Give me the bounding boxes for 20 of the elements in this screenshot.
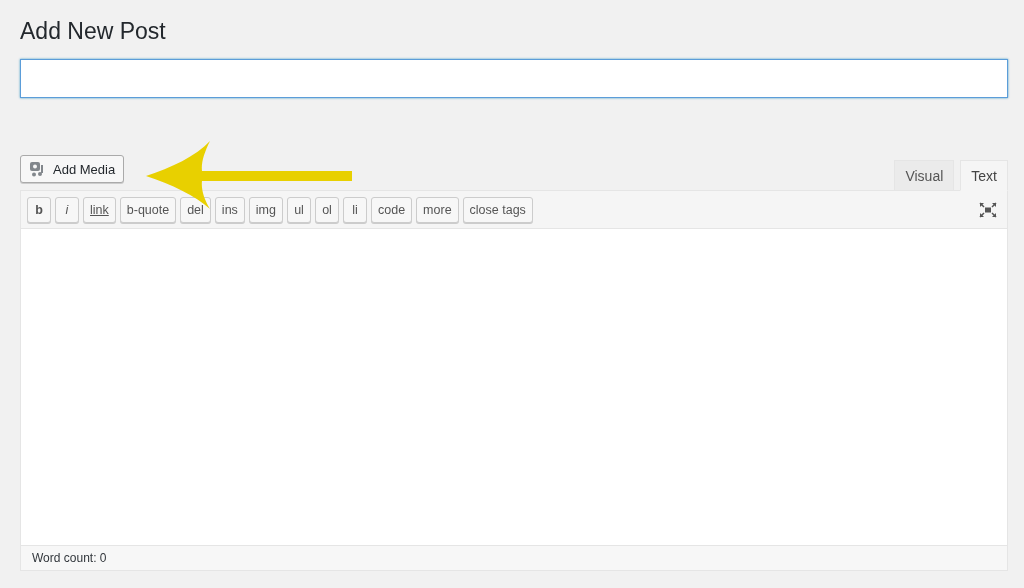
quicktag-button[interactable]: i	[55, 196, 79, 223]
editor-tab[interactable]: Text	[960, 160, 1008, 191]
quicktag-button[interactable]: code	[371, 196, 413, 223]
word-count: Word count: 0	[32, 551, 107, 565]
quicktag-button[interactable]: del	[180, 196, 211, 223]
editor-tab[interactable]: Visual	[894, 160, 955, 191]
quicktag-button[interactable]: more	[416, 196, 459, 223]
quicktag-button[interactable]: ins	[214, 196, 245, 223]
page-title: Add New Post	[20, 17, 167, 46]
title-field[interactable]	[20, 59, 1008, 98]
quicktag-button[interactable]: link	[83, 196, 116, 223]
quicktag-button[interactable]: img	[248, 196, 283, 223]
quicktag-button[interactable]: li	[343, 196, 367, 223]
fullscreen-icon[interactable]	[979, 201, 997, 218]
quicktag-button[interactable]: b-quote	[119, 196, 177, 223]
add-media-button[interactable]: Add Media	[20, 155, 125, 183]
quicktag-button[interactable]: ul	[287, 196, 311, 223]
quicktag-button[interactable]: b	[27, 196, 51, 223]
quicktag-button[interactable]: ol	[315, 196, 339, 223]
quicktag-button[interactable]: close tags	[462, 196, 533, 223]
